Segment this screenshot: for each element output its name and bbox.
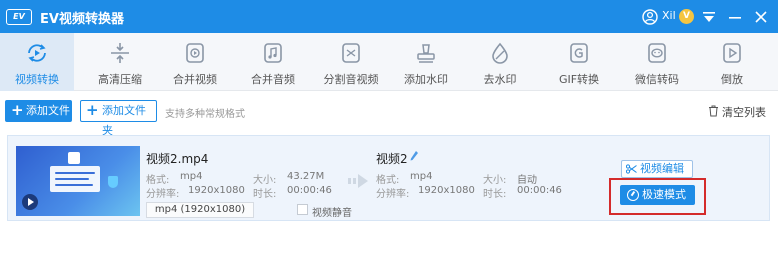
vip-badge: V — [679, 9, 694, 24]
format-hint: 支持多种常规格式 — [165, 109, 245, 120]
user-icon[interactable] — [642, 9, 658, 25]
thumbnail-caption-box — [50, 166, 100, 192]
tool-label: 微信转码 — [635, 73, 679, 86]
tool-label: 合并视频 — [173, 73, 217, 86]
plus-icon: + — [11, 101, 24, 119]
minimize-icon[interactable] — [725, 7, 745, 27]
source-format-label: 格式: — [146, 175, 170, 186]
tool-reverse[interactable]: 倒放 — [695, 33, 769, 91]
add-folder-label: 添加文件夹 — [102, 104, 146, 137]
merge-video-icon — [186, 43, 204, 63]
plus-icon: + — [86, 101, 99, 119]
speed-mode-button[interactable]: 极速模式 — [620, 185, 695, 205]
source-format-value: mp4 — [180, 171, 203, 182]
convert-arrow-icon — [348, 174, 368, 188]
close-icon[interactable] — [751, 7, 771, 27]
wechat-icon — [648, 43, 666, 63]
tool-gif-convert[interactable]: GIF转换 — [542, 33, 616, 91]
output-format-select[interactable]: mp4 (1920x1080) — [146, 202, 254, 218]
tool-video-convert[interactable]: 视频转换 — [0, 33, 74, 91]
scissors-icon — [626, 164, 637, 174]
output-size-label: 大小: — [483, 175, 507, 186]
source-file-name: 视频2.mp4 — [146, 152, 209, 166]
source-size-label: 大小: — [253, 175, 277, 186]
trash-icon — [709, 105, 718, 117]
source-resolution-label: 分辨率: — [146, 189, 180, 200]
thumbnail-app-icon — [68, 152, 80, 164]
tool-label: GIF转换 — [558, 73, 600, 86]
add-file-button[interactable]: + 添加文件 — [5, 100, 72, 122]
gif-icon — [570, 43, 588, 63]
play-icon[interactable] — [22, 194, 38, 210]
tool-split-av[interactable]: 分割音视频 — [314, 33, 388, 91]
tool-label: 高清压缩 — [98, 73, 142, 86]
source-duration-value: 00:00:46 — [287, 185, 332, 196]
tool-label: 去水印 — [483, 73, 517, 86]
output-format-label: 格式: — [376, 175, 400, 186]
tool-hd-compress[interactable]: 高清压缩 — [83, 33, 157, 91]
tool-add-watermark[interactable]: 添加水印 — [389, 33, 463, 91]
speedometer-icon — [627, 189, 639, 201]
title-bar: EV EV视频转换器 Xil V — [0, 0, 778, 33]
app-logo: EV — [6, 9, 32, 25]
tool-wechat-transcode[interactable]: 微信转码 — [620, 33, 694, 91]
output-duration-value: 00:00:46 — [517, 185, 562, 196]
function-toolbar: 视频转换 高清压缩 合并视频 合并音频 分割音视频 添加水印 去水印 GIF转换… — [0, 33, 778, 91]
source-resolution-value: 1920x1080 — [188, 185, 245, 196]
output-resolution-label: 分辨率: — [376, 189, 410, 200]
merge-audio-icon — [264, 43, 282, 63]
reverse-play-icon — [723, 43, 741, 63]
mute-checkbox[interactable] — [297, 204, 308, 215]
mute-label[interactable]: 视频静音 — [312, 204, 352, 219]
convert-icon — [28, 44, 46, 62]
speed-mode-label: 极速模式 — [642, 188, 686, 201]
source-duration-label: 时长: — [253, 189, 277, 200]
shield-icon — [108, 176, 118, 188]
rename-pencil-icon[interactable] — [409, 150, 419, 162]
tool-merge-audio[interactable]: 合并音频 — [236, 33, 310, 91]
app-title: EV视频转换器 — [40, 12, 124, 27]
video-thumbnail[interactable] — [16, 146, 140, 216]
clear-list-label: 清空列表 — [722, 106, 766, 119]
source-size-value: 43.27M — [287, 171, 325, 182]
clear-list-button[interactable]: 清空列表 — [708, 104, 766, 120]
tool-label: 倒放 — [721, 73, 743, 86]
output-duration-label: 时长: — [483, 189, 507, 200]
tool-label: 分割音视频 — [323, 73, 379, 86]
output-resolution-value: 1920x1080 — [418, 185, 475, 196]
output-format-value: mp4 — [410, 171, 433, 182]
compress-icon — [111, 43, 129, 63]
user-name[interactable]: Xil — [662, 9, 676, 22]
split-icon — [342, 43, 360, 63]
output-file-name[interactable]: 视频2 — [376, 150, 408, 167]
menu-icon[interactable] — [699, 7, 719, 27]
add-file-label: 添加文件 — [26, 104, 70, 117]
tool-merge-video[interactable]: 合并视频 — [158, 33, 232, 91]
tool-label: 合并音频 — [251, 73, 295, 86]
tool-label: 添加水印 — [404, 73, 448, 86]
stamp-icon — [417, 44, 435, 63]
add-folder-button[interactable]: + 添加文件夹 — [80, 100, 157, 137]
video-edit-label: 视频编辑 — [640, 162, 684, 175]
drop-icon — [492, 42, 508, 64]
video-edit-button[interactable]: 视频编辑 — [621, 160, 693, 178]
tool-remove-watermark[interactable]: 去水印 — [463, 33, 537, 91]
tool-label: 视频转换 — [15, 73, 59, 86]
file-list-item[interactable]: 视频2.mp4 格式: mp4 大小: 43.27M 分辨率: 1920x108… — [7, 135, 770, 221]
output-size-value: 自动 — [517, 175, 537, 186]
